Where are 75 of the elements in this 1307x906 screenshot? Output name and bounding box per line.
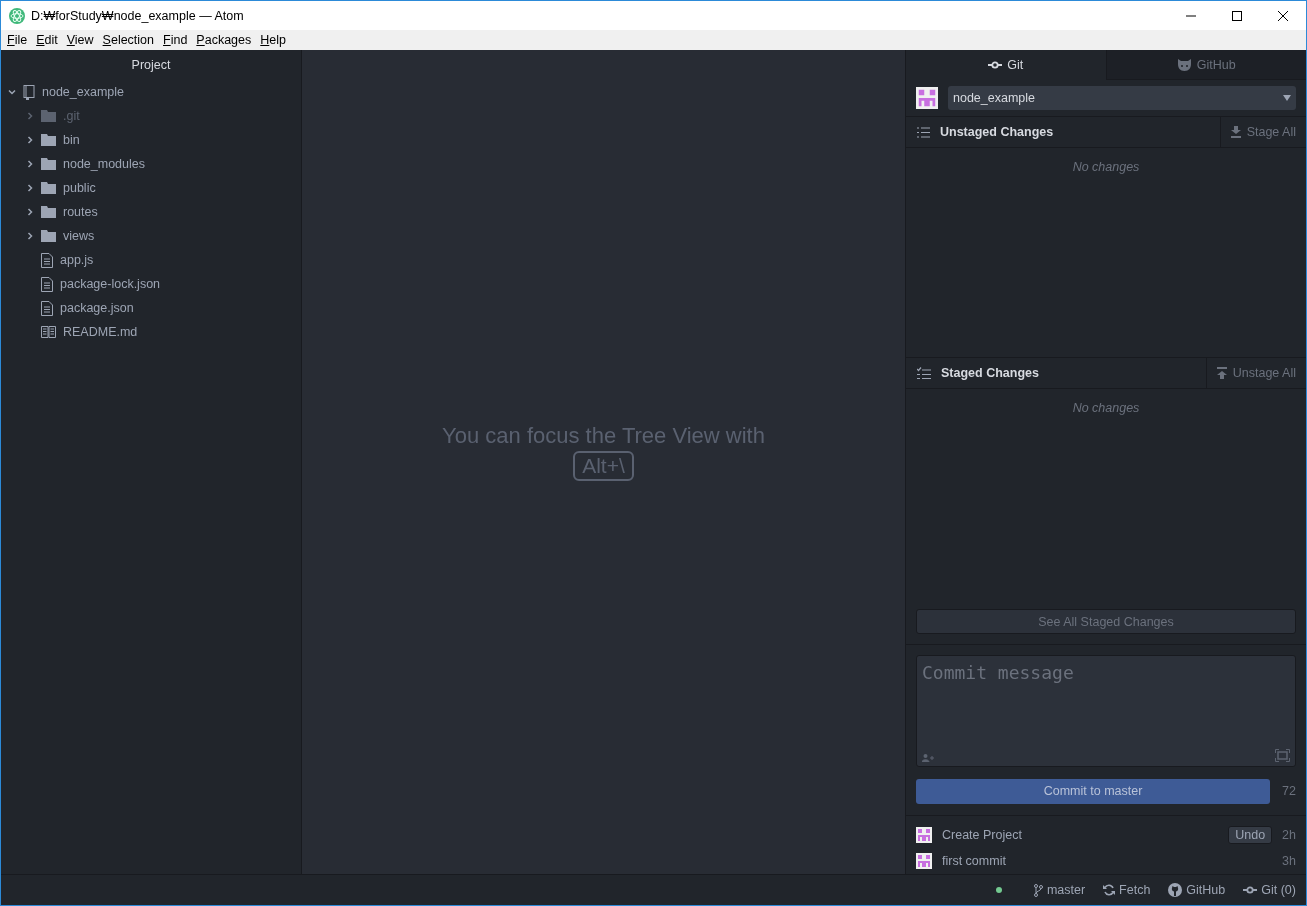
avatar-icon bbox=[916, 827, 932, 843]
tree-item[interactable]: public bbox=[1, 176, 301, 200]
tree-item[interactable]: views bbox=[1, 224, 301, 248]
commit-age: 3h bbox=[1282, 854, 1296, 868]
chevron-icon bbox=[8, 88, 16, 96]
checklist-icon bbox=[917, 367, 931, 379]
tree-item[interactable]: app.js bbox=[1, 248, 301, 272]
chevron-icon bbox=[26, 136, 34, 144]
download-icon bbox=[1230, 126, 1241, 138]
commit-message: first commit bbox=[942, 854, 1006, 868]
menu-item[interactable]: Find bbox=[163, 33, 188, 47]
window-title: D:₩forStudy₩node_example — Atom bbox=[31, 8, 244, 23]
undo-button[interactable]: Undo bbox=[1228, 826, 1273, 844]
add-coauthor-icon bbox=[922, 754, 934, 762]
file-icon bbox=[41, 252, 53, 268]
folder-icon bbox=[41, 230, 56, 242]
maximize-icon[interactable] bbox=[1232, 10, 1242, 21]
menu-item[interactable]: Help bbox=[260, 33, 286, 47]
chevron-icon bbox=[26, 160, 34, 168]
chevron-icon bbox=[26, 112, 34, 120]
keyboard-shortcut: Alt+\ bbox=[573, 451, 634, 481]
octocat-icon bbox=[1168, 883, 1183, 897]
sync-icon bbox=[1103, 884, 1116, 896]
status-dot bbox=[995, 887, 1002, 893]
panel-title: Project bbox=[130, 57, 172, 74]
character-count: 72 bbox=[1282, 784, 1296, 798]
commit-message: Create Project bbox=[942, 828, 1022, 842]
tree-item[interactable]: package.json bbox=[1, 296, 301, 320]
github-button[interactable]: GitHub bbox=[1168, 883, 1226, 897]
folder-icon bbox=[41, 158, 56, 170]
close-icon[interactable] bbox=[1278, 10, 1288, 21]
tree-item[interactable]: package-lock.json bbox=[1, 272, 301, 296]
folder-icon bbox=[41, 206, 56, 218]
atom-logo-icon bbox=[9, 7, 25, 24]
branch-icon bbox=[1033, 883, 1043, 897]
commit-age: 2h bbox=[1282, 828, 1296, 842]
list-icon bbox=[917, 126, 930, 138]
menu-item[interactable]: Edit bbox=[36, 33, 58, 47]
menu-item[interactable]: View bbox=[66, 33, 94, 47]
folder-icon bbox=[41, 182, 56, 194]
menu-item[interactable]: Selection bbox=[102, 33, 155, 47]
section-title: Staged Changes bbox=[941, 366, 1039, 380]
commit-button[interactable]: Commit to master bbox=[916, 778, 1271, 804]
git-button[interactable]: Git (0) bbox=[1243, 883, 1296, 897]
avatar-icon bbox=[916, 87, 938, 109]
folder-icon bbox=[41, 134, 56, 146]
repository-dropdown[interactable]: node_example bbox=[948, 86, 1296, 110]
branch-button[interactable]: master bbox=[1033, 883, 1086, 897]
commit-icon bbox=[1243, 886, 1258, 894]
tree-item[interactable]: routes bbox=[1, 200, 301, 224]
octocat-icon bbox=[1176, 58, 1192, 71]
empty-message: No changes bbox=[1072, 160, 1140, 174]
dropdown-arrow-icon bbox=[1283, 95, 1291, 101]
chevron-icon bbox=[26, 208, 34, 216]
avatar-icon bbox=[916, 853, 932, 869]
commit-icon bbox=[988, 60, 1003, 69]
tree-item[interactable]: node_example bbox=[1, 80, 301, 104]
file-icon bbox=[41, 300, 53, 316]
upload-icon bbox=[1216, 367, 1227, 379]
menu-item[interactable]: File bbox=[7, 33, 28, 47]
tree-item[interactable]: README.md bbox=[1, 320, 301, 344]
tree-item[interactable]: bin bbox=[1, 128, 301, 152]
section-title: Unstaged Changes bbox=[940, 125, 1054, 139]
book-icon bbox=[41, 326, 56, 338]
panel-tab[interactable]: GitHub bbox=[1105, 50, 1306, 80]
repository-icon bbox=[23, 84, 35, 100]
chevron-icon bbox=[26, 184, 34, 192]
fetch-button[interactable]: Fetch bbox=[1103, 883, 1151, 897]
menu-item[interactable]: Packages bbox=[196, 33, 252, 47]
empty-message: No changes bbox=[1072, 401, 1140, 415]
tree-view-hint: You can focus the Tree View with bbox=[442, 423, 765, 449]
folder-icon bbox=[41, 110, 56, 122]
chevron-icon bbox=[26, 232, 34, 240]
file-icon bbox=[41, 276, 53, 292]
tree-item[interactable]: node_modules bbox=[1, 152, 301, 176]
